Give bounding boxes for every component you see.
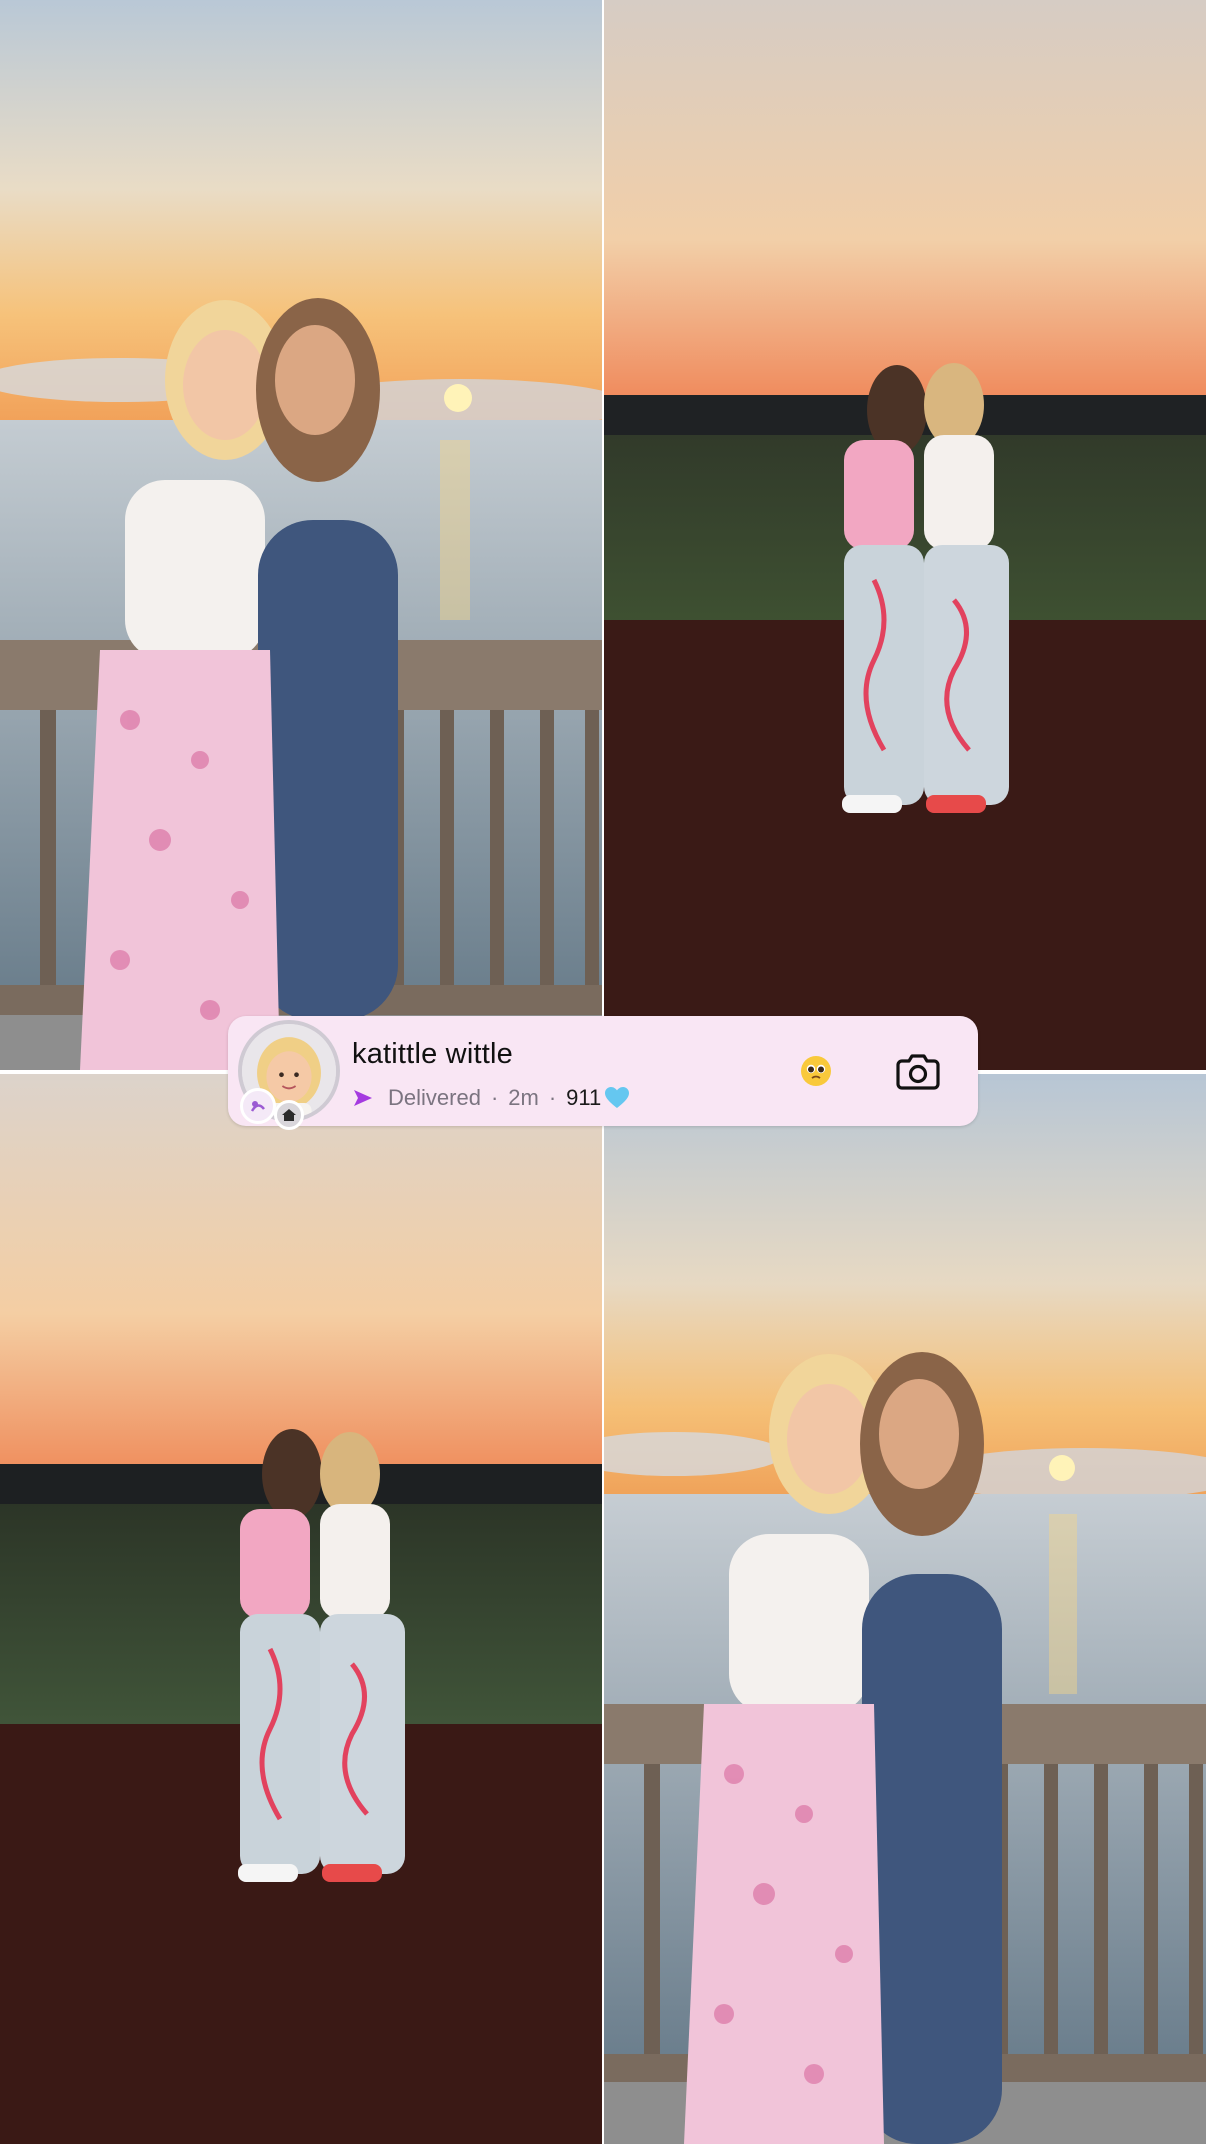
message-time: 2m <box>508 1085 539 1110</box>
friend-name: katittle wittle <box>352 1038 513 1070</box>
camera-icon[interactable] <box>896 1052 940 1090</box>
streak-count: 911 <box>566 1085 602 1110</box>
photo-dusk-field <box>604 0 1206 1070</box>
photo-dusk-field-2 <box>0 1074 602 2144</box>
photo-collage: katittle wittle Delivered · 2m · 911 <box>0 0 1206 2144</box>
photo-sunset-railing-2 <box>604 1074 1206 2144</box>
blue-heart-icon <box>605 1087 630 1108</box>
chat-bar[interactable]: katittle wittle Delivered · 2m · 911 <box>228 1016 978 1130</box>
home-badge-icon <box>274 1100 304 1130</box>
photo-sunset-railing <box>0 0 602 1070</box>
separator-dot: · <box>548 1085 557 1110</box>
separator-dot: · <box>490 1085 499 1110</box>
delivered-arrow-icon <box>354 1090 372 1106</box>
delivery-status: Delivered <box>388 1085 481 1110</box>
unicorn-badge-icon <box>240 1088 276 1124</box>
chat-status: Delivered · 2m · 911 <box>352 1084 630 1112</box>
pleading-face-icon[interactable] <box>800 1055 832 1087</box>
